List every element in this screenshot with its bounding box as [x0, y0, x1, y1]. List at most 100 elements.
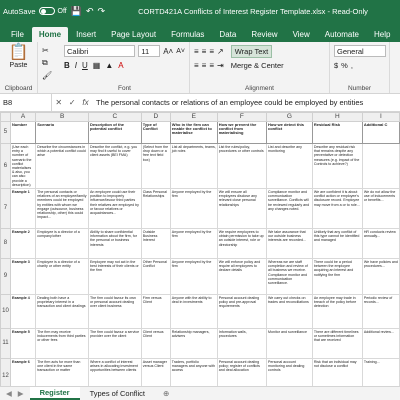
header-cell[interactable]: Scenario — [35, 121, 89, 144]
row-number[interactable]: 8 — [0, 228, 11, 260]
tab-automate[interactable]: Automate — [318, 27, 366, 42]
tab-review[interactable]: Review — [244, 27, 284, 42]
table-cell[interactable] — [361, 142, 400, 190]
table-cell[interactable]: The firm may receive inducements from th… — [35, 328, 89, 360]
table-cell[interactable]: We do not allow the use of inducements o… — [361, 188, 400, 230]
table-cell[interactable]: HR conducts review annually... — [361, 228, 400, 260]
table-cell[interactable]: There are different timelines or sometim… — [311, 328, 363, 360]
redo-icon[interactable]: ↷ — [98, 6, 106, 17]
tab-data[interactable]: Data — [212, 27, 243, 42]
percent-icon[interactable]: % — [341, 61, 348, 70]
table-cell[interactable]: Asset manager versus Client — [140, 358, 171, 386]
column-header[interactable]: E — [169, 112, 218, 122]
table-cell[interactable]: We are confident it is about conflict ac… — [311, 188, 363, 230]
table-cell[interactable]: There could be a period between the empl… — [311, 258, 363, 296]
header-cell[interactable]: How we detect this conflict — [265, 121, 313, 144]
table-cell[interactable]: Anyone employed by the firm — [169, 258, 218, 296]
header-cell[interactable]: Type of Conflict — [140, 121, 171, 144]
increase-font-icon[interactable]: A˄ — [163, 47, 173, 56]
tab-home[interactable]: Home — [31, 27, 69, 42]
tab-insert[interactable]: Insert — [69, 27, 103, 42]
row-number[interactable]: 6 — [0, 142, 11, 190]
header-cell[interactable]: Residual Risk — [311, 121, 363, 144]
header-cell[interactable]: Who in the firm can enable the conflict … — [169, 121, 218, 144]
fx-icon[interactable]: fx — [82, 98, 88, 107]
row-number[interactable]: 9 — [0, 258, 11, 296]
table-cell[interactable]: We will ensure all employees disclose an… — [216, 188, 267, 230]
table-cell[interactable]: An employee may trade in breach of the p… — [311, 294, 363, 330]
column-header[interactable]: A — [9, 112, 37, 122]
worksheet-grid[interactable]: A B C D E F G H I 5 Number Scenario Desc… — [0, 112, 400, 386]
indent-icon[interactable]: ⇥ — [217, 61, 224, 70]
table-cell[interactable]: List the rules/policy, procedures or oth… — [216, 142, 267, 190]
table-cell[interactable]: The firm could favour a service provider… — [87, 328, 142, 360]
fill-color-icon[interactable]: ▲ — [105, 61, 113, 70]
align-middle-icon[interactable]: ≡ — [202, 47, 207, 56]
table-cell[interactable]: Monitor and surveillance — [265, 328, 313, 360]
table-cell[interactable]: The firm acts for more than one client i… — [35, 358, 89, 386]
table-cell[interactable]: Firm versus Client — [140, 294, 171, 330]
autosave-toggle[interactable] — [38, 7, 55, 15]
comma-icon[interactable]: , — [351, 61, 353, 70]
row-number[interactable]: 11 — [0, 328, 11, 360]
table-cell[interactable]: Dealing both have a proprietary interest… — [35, 294, 89, 330]
table-cell[interactable]: List and describe any monitoring — [265, 142, 313, 190]
align-right-icon[interactable]: ≡ — [209, 61, 214, 70]
table-cell[interactable]: Traders, portfolio managers and anyone w… — [169, 358, 218, 386]
tab-file[interactable]: File — [4, 27, 31, 42]
table-cell[interactable]: Employee is a director of a charity or o… — [35, 258, 89, 296]
table-cell[interactable]: The personal contacts or relatives of an… — [35, 188, 89, 230]
table-cell[interactable]: (Select from the drop down or a free tex… — [140, 142, 171, 190]
number-format-select[interactable]: General — [334, 45, 386, 57]
table-cell[interactable]: We carry out checks on trades and reconc… — [265, 294, 313, 330]
align-center-icon[interactable]: ≡ — [202, 61, 207, 70]
tab-view[interactable]: View — [286, 27, 317, 42]
paste-button[interactable]: 📋 Paste — [9, 45, 29, 70]
table-cell[interactable]: Example 1 — [9, 188, 37, 230]
table-cell[interactable]: Employee is a director of a company/othe… — [35, 228, 89, 260]
wrap-text-button[interactable]: Wrap Text — [230, 45, 273, 58]
save-icon[interactable]: 💾 — [71, 6, 82, 17]
header-cell[interactable]: Number — [9, 121, 37, 144]
tab-formulas[interactable]: Formulas — [164, 27, 211, 42]
column-header[interactable]: H — [311, 112, 363, 122]
formula-input[interactable]: The personal contacts or relations of an… — [92, 98, 400, 107]
table-cell[interactable]: Anyone with the ability to deal in inves… — [169, 294, 218, 330]
table-cell[interactable]: Personal account dealing policy and pre-… — [216, 294, 267, 330]
table-cell[interactable]: Class Personal Relationships — [140, 188, 171, 230]
table-cell[interactable]: An employee could use their position to … — [87, 188, 142, 230]
table-cell[interactable]: We have policies and procedures... — [361, 258, 400, 296]
column-header[interactable]: G — [265, 112, 313, 122]
font-color-icon[interactable]: A — [118, 61, 123, 70]
table-cell[interactable]: Example 2 — [9, 228, 37, 260]
decrease-font-icon[interactable]: A˅ — [176, 48, 185, 55]
table-cell[interactable]: Example 3 — [9, 258, 37, 296]
table-cell[interactable]: Where a conflict of interest arises in a… — [87, 358, 142, 386]
column-header[interactable]: D — [140, 112, 171, 122]
name-box[interactable]: B8 — [0, 94, 52, 111]
table-cell[interactable]: Anyone employed by the firm — [169, 188, 218, 230]
italic-icon[interactable]: I — [75, 61, 77, 70]
sheet-next-icon[interactable]: ▶ — [18, 389, 24, 398]
row-number[interactable]: 10 — [0, 294, 11, 330]
table-cell[interactable]: Unlikely that any conflict of this type … — [311, 228, 363, 260]
underline-icon[interactable]: U — [82, 61, 88, 70]
table-cell[interactable]: Anyone employed by the firm — [169, 228, 218, 260]
table-cell[interactable]: Example 5 — [9, 328, 37, 360]
table-cell[interactable]: Personal account monitoring and dealing … — [265, 358, 313, 386]
header-cell[interactable]: Additional C — [361, 121, 400, 144]
table-cell[interactable]: Ability to share confidential informatio… — [87, 228, 142, 260]
add-sheet-icon[interactable]: ⊕ — [163, 389, 169, 398]
table-cell[interactable]: Other Personal Conflict — [140, 258, 171, 296]
border-icon[interactable]: ▦ — [93, 61, 101, 70]
tab-help[interactable]: Help — [367, 27, 397, 42]
align-bottom-icon[interactable]: ≡ — [209, 47, 214, 56]
autosave-group[interactable]: AutoSave Off — [3, 7, 67, 16]
font-size-select[interactable]: 11 — [138, 45, 161, 57]
table-cell[interactable]: Outside Business Interest — [140, 228, 171, 260]
sheet-tab-types-of-conflict[interactable]: Types of Conflict — [80, 387, 155, 400]
select-all-corner[interactable] — [0, 112, 11, 122]
bold-icon[interactable]: B — [64, 61, 70, 70]
table-cell[interactable]: Additional review... — [361, 328, 400, 360]
table-cell[interactable]: Information walls, procedures — [216, 328, 267, 360]
